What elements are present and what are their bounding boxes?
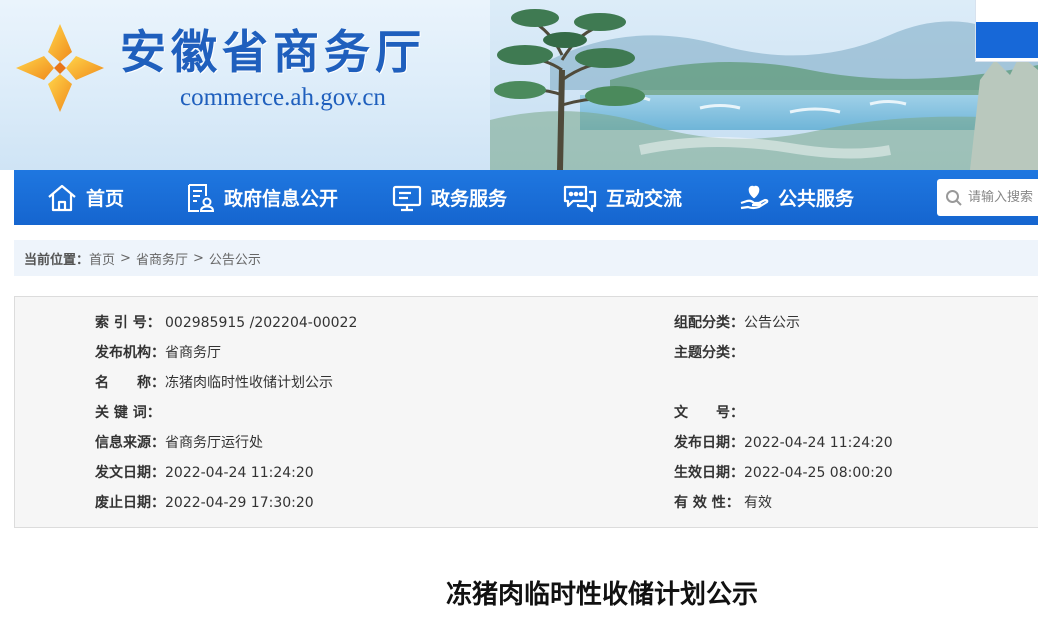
document-metadata: 索 引 号： 002985915 /202204-00022 组配分类：公告公示 … <box>14 296 1038 528</box>
breadcrumb-link-announcements[interactable]: 公告公示 <box>209 249 261 268</box>
breadcrumb-label: 当前位置： <box>24 252 90 268</box>
meta-value: 省商务厅运行处 <box>165 435 263 451</box>
meta-keywords: 关 键 词： <box>95 403 165 423</box>
nav-item-home[interactable]: 首页 <box>46 170 124 225</box>
nav-item-interaction[interactable]: 互动交流 <box>562 170 682 225</box>
star-logo-icon <box>16 24 104 112</box>
meta-label: 发布日期： <box>674 435 744 451</box>
landscape-scenery-image <box>490 0 1038 170</box>
meta-name: 名 称：冻猪肉临时性收储计划公示 <box>95 373 333 393</box>
site-title: 安徽省商务厅 <box>120 25 426 79</box>
nav-label: 政务服务 <box>431 188 508 210</box>
meta-value: 2022-04-24 11:24:20 <box>165 465 314 481</box>
document-user-icon <box>188 183 215 212</box>
top-right-button-fill <box>976 22 1038 58</box>
nav-label: 首页 <box>86 188 125 210</box>
meta-value: 公告公示 <box>744 315 800 331</box>
breadcrumb-separator: > <box>192 250 204 266</box>
nav-label: 公共服务 <box>778 188 855 210</box>
meta-label: 发文日期： <box>95 465 165 481</box>
meta-issue-date: 发文日期：2022-04-24 11:24:20 <box>95 463 314 483</box>
meta-publish-date: 发布日期：2022-04-24 11:24:20 <box>674 433 893 453</box>
meta-value: 省商务厅 <box>165 345 221 361</box>
meta-label: 废止日期： <box>95 495 165 511</box>
meta-value: 冻猪肉临时性收储计划公示 <box>165 375 333 391</box>
monitor-icon <box>392 185 422 211</box>
nav-label: 互动交流 <box>606 188 683 210</box>
meta-label: 关 键 词： <box>95 405 161 421</box>
breadcrumb: 当前位置： 首页 > 省商务厅 > 公告公示 <box>14 240 1038 276</box>
meta-validity: 有 效 性： 有效 <box>674 493 772 513</box>
meta-doc-no: 文 号： <box>674 403 744 423</box>
meta-value: 2022-04-29 17:30:20 <box>165 495 314 511</box>
breadcrumb-separator: > <box>120 250 131 266</box>
nav-item-public-services[interactable]: 公共服务 <box>738 170 854 225</box>
meta-label: 名 称： <box>95 375 165 391</box>
nav-item-gov-info[interactable]: 政府信息公开 <box>184 170 338 225</box>
main-nav: 首页 政府信息公开 政务服务 互动交流 公共服务 请输入搜索 <box>14 170 1038 225</box>
meta-label: 信息来源： <box>95 435 165 451</box>
meta-expiry-date: 废止日期：2022-04-29 17:30:20 <box>95 493 314 513</box>
article-title: 冻猪肉临时性收储计划公示 <box>446 580 759 610</box>
top-right-button[interactable] <box>975 0 1038 62</box>
meta-label: 索 引 号： <box>95 315 161 331</box>
chat-bubbles-icon <box>563 185 597 212</box>
meta-label: 生效日期： <box>674 465 744 481</box>
breadcrumb-link-department[interactable]: 省商务厅 <box>136 249 188 268</box>
site-domain: commerce.ah.gov.cn <box>180 84 386 111</box>
meta-publisher: 发布机构：省商务厅 <box>95 343 221 363</box>
header-banner: 安徽省商务厅 commerce.ah.gov.cn <box>0 0 1038 170</box>
meta-label: 主题分类： <box>674 345 744 361</box>
nav-label: 政府信息公开 <box>224 188 339 210</box>
breadcrumb-link-home[interactable]: 首页 <box>89 249 115 268</box>
search-box <box>937 179 1038 216</box>
search-input[interactable] <box>968 190 1038 205</box>
meta-label: 有 效 性： <box>674 495 740 511</box>
meta-label: 组配分类： <box>674 315 744 331</box>
meta-category: 组配分类：公告公示 <box>674 313 800 333</box>
meta-topic: 主题分类： <box>674 343 744 363</box>
nav-item-gov-services[interactable]: 政务服务 <box>391 170 507 225</box>
meta-value: 有效 <box>744 495 772 511</box>
meta-label: 发布机构： <box>95 345 165 361</box>
meta-effective-date: 生效日期：2022-04-25 08:00:20 <box>674 463 893 483</box>
meta-label: 文 号： <box>674 405 744 421</box>
hand-heart-icon <box>740 185 769 209</box>
meta-value: 2022-04-24 11:24:20 <box>744 435 893 451</box>
meta-source: 信息来源：省商务厅运行处 <box>95 433 263 453</box>
home-icon <box>48 184 76 211</box>
meta-value: 002985915 /202204-00022 <box>165 315 358 331</box>
meta-value: 2022-04-25 08:00:20 <box>744 465 893 481</box>
meta-index-no: 索 引 号： 002985915 /202204-00022 <box>95 313 357 333</box>
search-icon[interactable] <box>945 189 963 207</box>
